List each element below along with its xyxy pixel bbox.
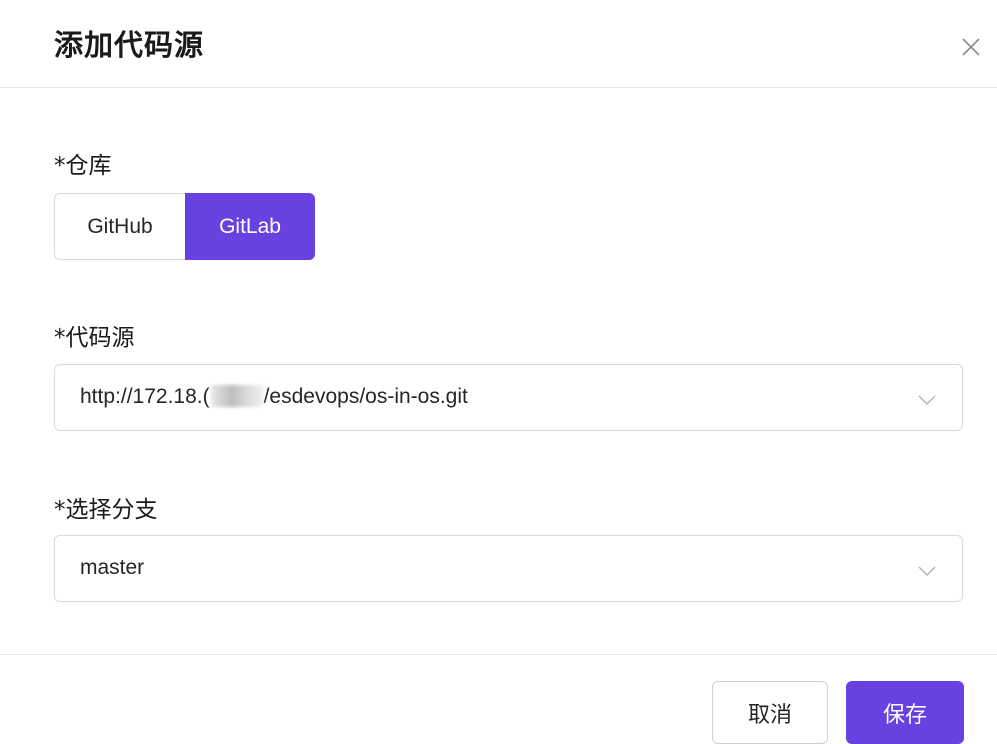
- branch-value: master: [80, 556, 145, 579]
- dialog-title: 添加代码源: [54, 28, 205, 62]
- close-icon[interactable]: [956, 32, 986, 62]
- add-code-source-dialog: 添加代码源 *仓库 GitHub GitLab *代码源 http://172.…: [0, 0, 997, 744]
- chevron-down-icon: [916, 560, 938, 582]
- code-source-select[interactable]: http://172.18.( /esdevops/os-in-os.git: [54, 364, 963, 431]
- redacted-blur: [210, 385, 263, 407]
- branch-label: *选择分支: [54, 497, 158, 523]
- dialog-header: 添加代码源: [0, 0, 997, 88]
- code-source-value: http://172.18.( /esdevops/os-in-os.git: [80, 385, 468, 409]
- code-source-value-suffix: /esdevops/os-in-os.git: [263, 385, 468, 408]
- code-source-value-prefix: http://172.18.(: [80, 385, 210, 408]
- chevron-down-icon: [916, 389, 938, 411]
- repository-segmented-control: GitHub GitLab: [54, 193, 315, 260]
- repository-label: *仓库: [54, 153, 112, 179]
- branch-select[interactable]: master: [54, 535, 963, 602]
- save-button[interactable]: 保存: [846, 681, 964, 744]
- github-option[interactable]: GitHub: [54, 193, 185, 260]
- footer-divider: [0, 654, 997, 655]
- gitlab-option[interactable]: GitLab: [185, 193, 315, 260]
- cancel-button[interactable]: 取消: [712, 681, 828, 744]
- code-source-label: *代码源: [54, 325, 135, 351]
